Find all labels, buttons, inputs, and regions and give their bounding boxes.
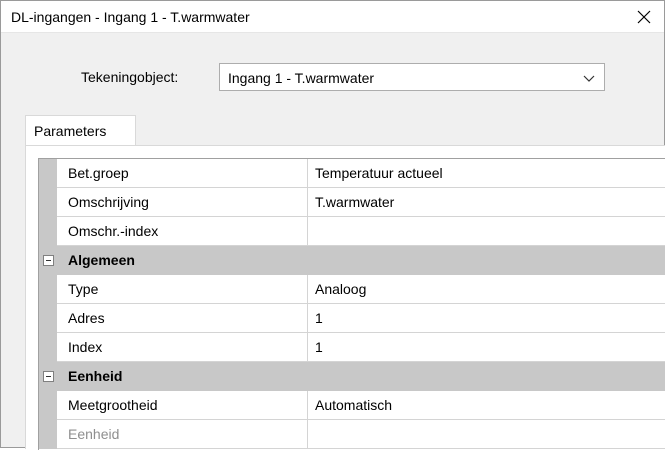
dialog-window: DL-ingangen - Ingang 1 - T.warmwater Tek… <box>0 0 665 450</box>
property-name: Omschr.-index <box>57 217 308 246</box>
property-row[interactable]: Bet.groep Temperatuur actueel <box>39 159 665 188</box>
property-value[interactable]: Temperatuur actueel <box>308 159 665 188</box>
category-eenheid[interactable]: Eenheid <box>39 362 665 391</box>
property-row: Eenheid <box>39 420 665 449</box>
category-label: Algemeen <box>68 252 135 268</box>
drawing-object-label: Tekeningobject: <box>81 69 179 85</box>
property-value[interactable]: T.warmwater <box>308 188 665 217</box>
property-row[interactable]: Type Analoog <box>39 275 665 304</box>
tab-parameters[interactable]: Parameters <box>25 115 136 146</box>
chevron-down-icon <box>583 75 595 82</box>
window-title: DL-ingangen - Ingang 1 - T.warmwater <box>11 9 250 25</box>
property-name: Omschrijving <box>57 188 308 217</box>
close-button[interactable] <box>624 1 664 33</box>
row-margin <box>39 333 57 362</box>
property-name: Index <box>57 333 308 362</box>
property-name: Meetgrootheid <box>57 391 308 420</box>
row-margin <box>39 275 57 304</box>
title-bar: DL-ingangen - Ingang 1 - T.warmwater <box>1 1 664 33</box>
tab-label: Parameters <box>34 123 107 139</box>
property-row[interactable]: Adres 1 <box>39 304 665 333</box>
row-margin <box>39 420 57 449</box>
property-name: Bet.groep <box>57 159 308 188</box>
property-name: Adres <box>57 304 308 333</box>
property-name: Eenheid <box>57 420 308 449</box>
property-value[interactable] <box>308 217 665 246</box>
property-value[interactable]: 1 <box>308 333 665 362</box>
collapse-icon[interactable] <box>43 371 54 382</box>
property-row[interactable]: Index 1 <box>39 333 665 362</box>
property-row[interactable]: Meetgrootheid Automatisch <box>39 391 665 420</box>
property-row[interactable]: Omschr.-index <box>39 217 665 246</box>
category-algemeen[interactable]: Algemeen <box>39 246 665 275</box>
property-grid: Bet.groep Temperatuur actueel Omschrijvi… <box>38 158 665 450</box>
drawing-object-value: Ingang 1 - T.warmwater <box>228 70 375 86</box>
row-margin <box>39 159 57 188</box>
property-value <box>308 420 665 449</box>
row-margin <box>39 391 57 420</box>
property-name: Type <box>57 275 308 304</box>
property-value[interactable]: Analoog <box>308 275 665 304</box>
row-margin <box>39 188 57 217</box>
parameters-panel: Bet.groep Temperatuur actueel Omschrijvi… <box>25 145 665 450</box>
property-row[interactable]: Omschrijving T.warmwater <box>39 188 665 217</box>
close-icon <box>637 10 651 24</box>
drawing-object-dropdown[interactable]: Ingang 1 - T.warmwater <box>219 63 605 91</box>
collapse-icon[interactable] <box>43 255 54 266</box>
property-value[interactable]: 1 <box>308 304 665 333</box>
property-value[interactable]: Automatisch <box>308 391 665 420</box>
row-margin <box>39 217 57 246</box>
drawing-object-selector: Tekeningobject: Ingang 1 - T.warmwater <box>1 61 665 91</box>
category-label: Eenheid <box>68 368 123 384</box>
row-margin <box>39 304 57 333</box>
